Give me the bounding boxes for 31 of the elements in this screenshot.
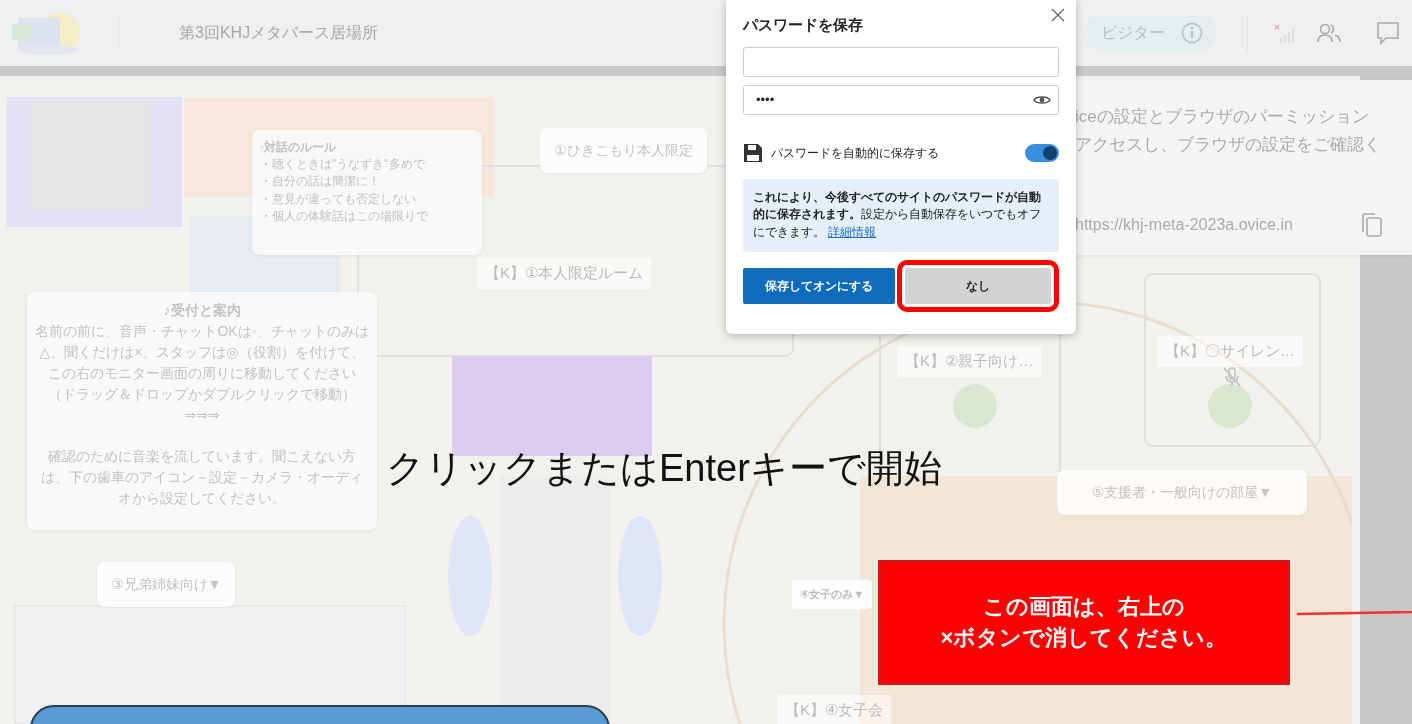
room-label[interactable]: ③兄弟姉妹向け▼ bbox=[97, 562, 236, 607]
toggle-label: パスワードを自動的に保存する bbox=[771, 144, 939, 162]
room-label[interactable]: ④女子のみ▼ bbox=[792, 580, 873, 609]
info-text: これにより、今後すべてのサイトのパスワードが自動的に保存されます。設定から自動保存をいつでもオフにできます。 詳細情報 bbox=[753, 189, 1042, 241]
dialog-button[interactable]: 保存してオンにする bbox=[743, 267, 895, 304]
dialog-title: パスワードを保存 bbox=[743, 15, 864, 35]
mic-off-icon bbox=[1222, 366, 1242, 388]
dialog-button[interactable]: なし bbox=[905, 267, 1051, 304]
room-label[interactable]: ⑤支援者・一般向けの部屋▼ bbox=[1057, 470, 1307, 515]
eye-icon[interactable] bbox=[1033, 93, 1051, 106]
close-icon[interactable] bbox=[1050, 7, 1066, 23]
copy-icon[interactable] bbox=[1361, 212, 1383, 238]
start-prompt[interactable]: クリックまたはEnterキーで開始 bbox=[386, 440, 942, 497]
save-icon bbox=[743, 142, 763, 163]
room-label[interactable]: 【K】②親子向け… bbox=[897, 346, 1042, 377]
notice-text: iceの設定とブラウザのパーミッション bbox=[1075, 106, 1369, 128]
room-label[interactable]: 【K】④女子会 bbox=[777, 695, 892, 724]
callout-text: ×ボタンで消してください。 bbox=[940, 623, 1228, 652]
callout-text: この画面は、右上の bbox=[983, 592, 1185, 621]
room-label[interactable]: 【K】①本人限定ルーム bbox=[477, 258, 652, 289]
toggle-switch[interactable] bbox=[1025, 143, 1059, 162]
people-icon[interactable] bbox=[1316, 22, 1342, 44]
info-icon[interactable] bbox=[1181, 22, 1203, 44]
app-title: 第3回KHJメタバース居場所 bbox=[179, 23, 379, 43]
info-link[interactable]: 詳細情報 bbox=[828, 226, 877, 239]
notice-text: アクセスし、ブラウザの設定をご確認く bbox=[1075, 134, 1381, 156]
url-text: https://khj-meta-2023a.ovice.in bbox=[1075, 215, 1293, 235]
chat-icon[interactable] bbox=[1376, 21, 1400, 45]
username-field[interactable] bbox=[743, 46, 1059, 77]
password-field[interactable]: •••• bbox=[743, 84, 1059, 115]
signal-icon bbox=[1272, 22, 1296, 44]
